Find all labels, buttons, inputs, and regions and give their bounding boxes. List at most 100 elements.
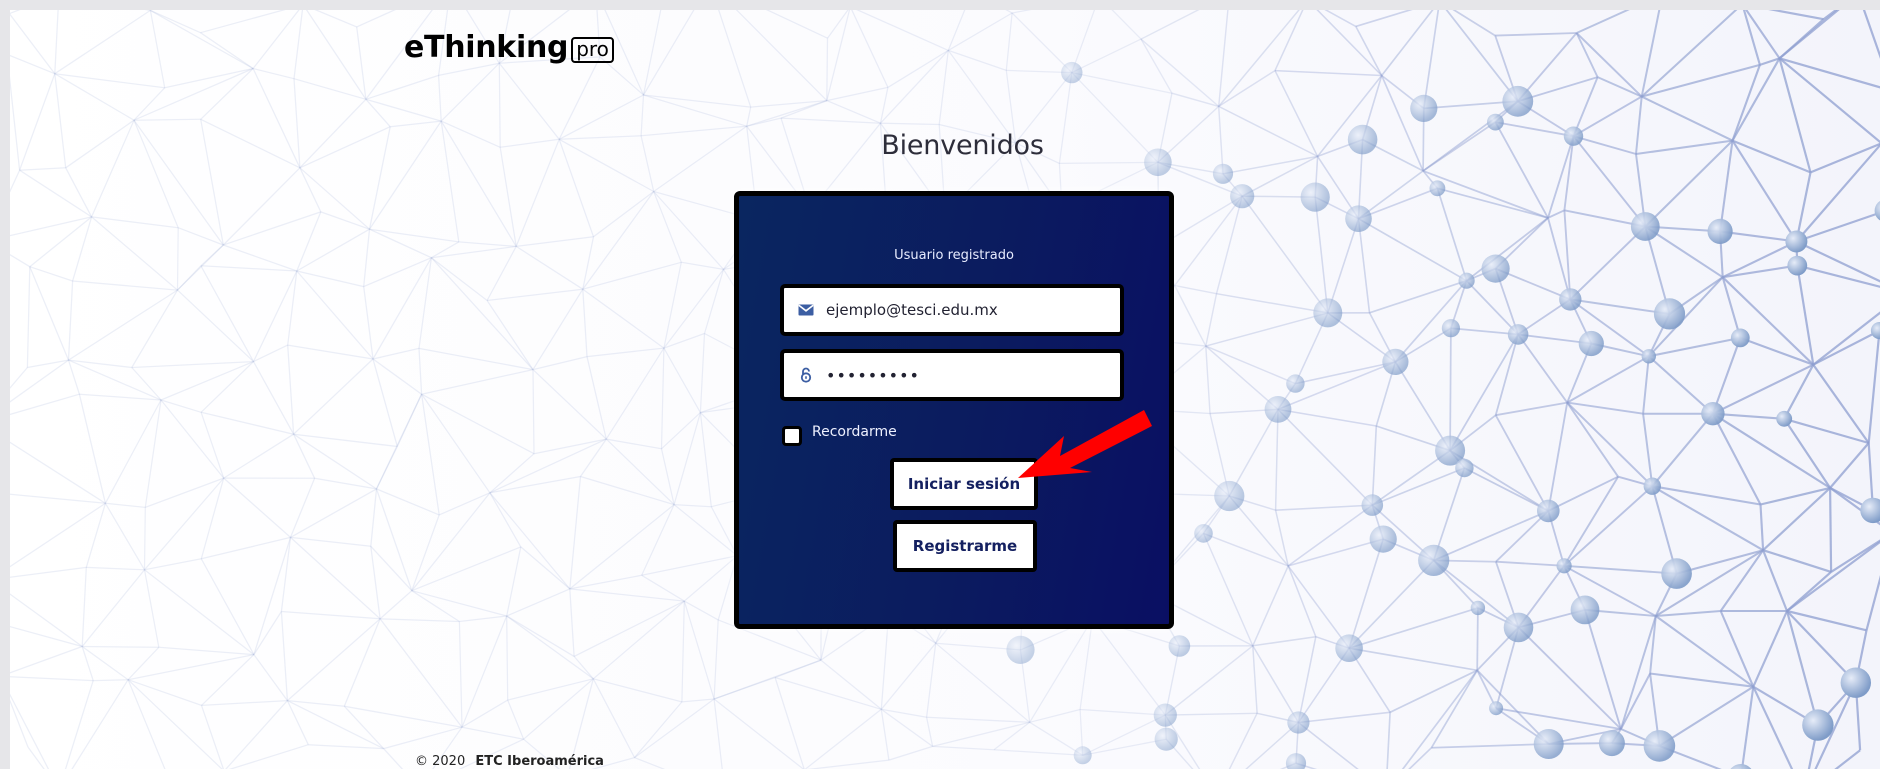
network-line: [1739, 336, 1814, 366]
network-node: [1153, 703, 1177, 727]
network-line: [290, 536, 381, 620]
network-line: [461, 726, 524, 740]
network-line: [681, 698, 715, 703]
network-node: [1481, 254, 1510, 283]
network-line: [506, 615, 509, 701]
network-node: [1661, 558, 1692, 589]
network-line: [1786, 540, 1880, 612]
network-line: [200, 705, 225, 769]
network-line: [713, 676, 776, 700]
email-input[interactable]: [826, 301, 1116, 319]
network-line: [459, 615, 507, 623]
network-line: [498, 62, 560, 140]
network-node: [1503, 612, 1534, 643]
network-line: [1731, 140, 1798, 243]
network-line: [1222, 155, 1318, 175]
footer-company[interactable]: ETC Iberoamérica: [475, 754, 604, 769]
network-line: [67, 359, 81, 395]
network-node: [1787, 255, 1808, 276]
network-line: [1275, 504, 1373, 511]
network-line: [1786, 609, 1867, 632]
network-line: [10, 502, 106, 568]
network-line: [718, 10, 752, 108]
network-line: [1217, 106, 1224, 174]
network-line: [1029, 618, 1094, 723]
network-line: [280, 537, 292, 612]
network-line: [67, 280, 74, 361]
network-line: [438, 492, 491, 516]
network-line: [1205, 346, 1211, 414]
password-field[interactable]: [780, 349, 1124, 401]
network-line: [65, 167, 93, 218]
network-line: [1752, 610, 1788, 688]
network-line: [1082, 738, 1167, 756]
network-node: [1455, 458, 1474, 478]
network-line: [489, 475, 581, 494]
network-line: [1218, 10, 1300, 107]
network-line: [653, 191, 682, 263]
network-line: [1829, 487, 1833, 572]
network-line: [1495, 32, 1577, 37]
register-button[interactable]: Registrarme: [893, 520, 1037, 572]
network-line: [293, 78, 367, 100]
network-line: [640, 135, 655, 192]
network-line: [1495, 560, 1565, 567]
network-line: [1401, 669, 1478, 769]
network-line: [486, 300, 534, 370]
password-input[interactable]: [826, 365, 1116, 385]
network-line: [663, 269, 725, 349]
network-line: [699, 412, 712, 507]
network-line: [131, 289, 179, 368]
network-line: [383, 726, 463, 750]
network-line: [296, 270, 364, 288]
network-node: [1410, 94, 1438, 122]
network-line: [29, 266, 73, 282]
network-line: [375, 488, 413, 591]
network-line: [365, 98, 442, 122]
brand-suffix-badge: pro: [571, 37, 614, 63]
network-line: [586, 356, 607, 440]
network-line: [1348, 538, 1384, 649]
network-line: [133, 118, 201, 121]
network-line: [515, 245, 584, 290]
network-node: [1785, 230, 1808, 253]
network-line: [1862, 10, 1880, 59]
network-node: [1214, 480, 1245, 512]
network-line: [1642, 356, 1650, 414]
brand-logo[interactable]: eThinking pro: [404, 30, 614, 65]
network-node: [1870, 322, 1880, 340]
remember-me[interactable]: Recordarme: [782, 422, 897, 446]
network-line: [634, 757, 666, 769]
network-line: [293, 10, 304, 79]
network-line: [586, 347, 664, 358]
network-line: [372, 347, 420, 360]
network-node: [1313, 298, 1343, 328]
network-line: [458, 241, 517, 248]
network-line: [1449, 333, 1519, 452]
network-line: [201, 654, 255, 706]
network-line: [1218, 69, 1276, 108]
network-line: [380, 618, 460, 623]
network-line: [1011, 10, 1032, 14]
network-line: [1205, 293, 1218, 347]
network-line: [507, 699, 525, 740]
network-line: [91, 216, 179, 229]
network-line: [10, 393, 80, 416]
network-line: [421, 368, 534, 395]
network-line: [127, 653, 255, 681]
network-line: [290, 488, 377, 538]
network-line: [200, 411, 294, 435]
network-line: [431, 257, 488, 301]
network-line: [200, 558, 255, 655]
network-line: [1449, 328, 1452, 451]
network-node: [1285, 753, 1307, 769]
network-line: [252, 270, 298, 362]
network-line: [411, 546, 522, 592]
email-field[interactable]: [780, 284, 1124, 336]
network-line: [856, 10, 949, 51]
network-line: [1005, 10, 1013, 14]
network-line: [1216, 292, 1328, 314]
network-line: [1327, 218, 1360, 314]
remember-checkbox[interactable]: [782, 426, 802, 446]
network-line: [54, 73, 67, 168]
